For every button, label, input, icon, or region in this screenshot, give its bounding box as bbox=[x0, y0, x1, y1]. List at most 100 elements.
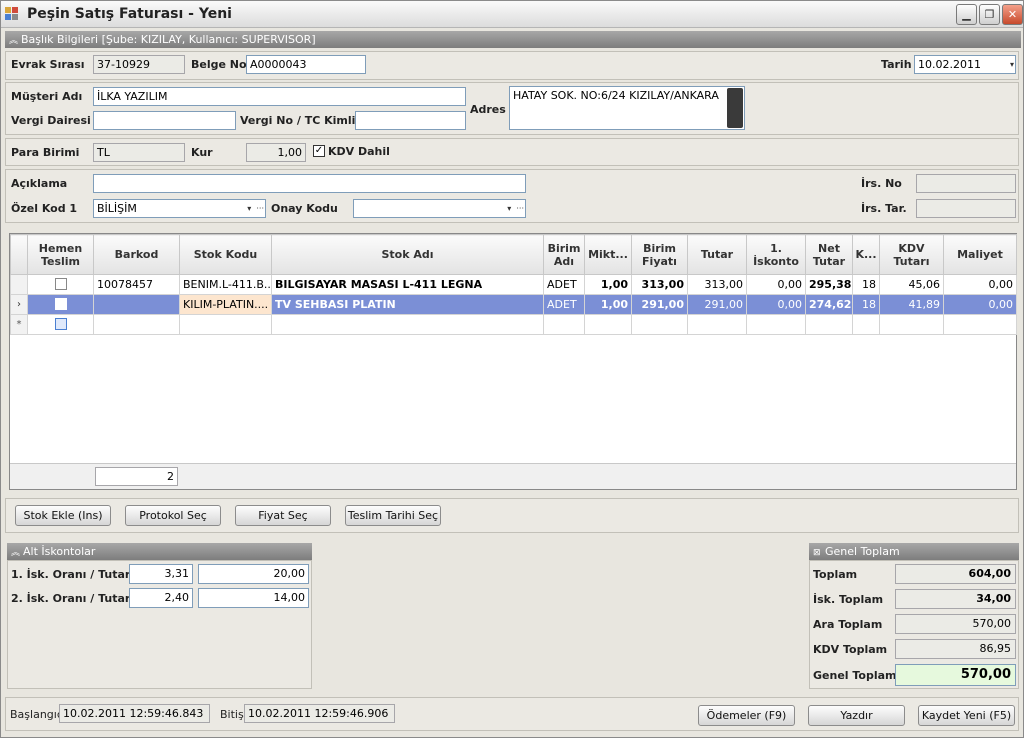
stok-adi-cell[interactable]: TV SEHBASI PLATIN bbox=[271, 294, 544, 315]
fiyat-sec-button[interactable]: Fiyat Seç bbox=[235, 505, 331, 526]
adres-scrollbar[interactable] bbox=[727, 88, 743, 128]
empty-cell[interactable] bbox=[879, 314, 944, 335]
vergi-no-field[interactable] bbox=[355, 111, 466, 130]
hemen-teslim-cell[interactable] bbox=[27, 294, 94, 315]
belge-no-field[interactable]: A0000043 bbox=[246, 55, 366, 74]
tutar-cell[interactable]: 291,00 bbox=[687, 294, 747, 315]
birim-cell[interactable]: ADET bbox=[543, 294, 585, 315]
kdv-tutari-cell[interactable]: 41,89 bbox=[879, 294, 944, 315]
kdv-orani-cell[interactable]: 18 bbox=[852, 274, 880, 295]
col-hemen-teslim[interactable]: Hemen Teslim bbox=[27, 234, 94, 275]
empty-cell[interactable] bbox=[943, 314, 1017, 335]
miktar-cell[interactable]: 1,00 bbox=[584, 274, 632, 295]
new-row-indicator[interactable]: * bbox=[10, 314, 28, 335]
isk2-tutar-field[interactable]: 14,00 bbox=[198, 588, 309, 608]
empty-cell[interactable] bbox=[584, 314, 632, 335]
maliyet-cell[interactable]: 0,00 bbox=[943, 274, 1017, 295]
col-stok-adi[interactable]: Stok Adı bbox=[271, 234, 544, 275]
isk1-oran-field[interactable]: 3,31 bbox=[129, 564, 193, 584]
iskonto-cell[interactable]: 0,00 bbox=[746, 294, 806, 315]
musteri-adi-field[interactable]: İLKA YAZILIM bbox=[93, 87, 466, 106]
kdv-orani-cell[interactable]: 18 bbox=[852, 294, 880, 315]
hemen-teslim-cell[interactable] bbox=[27, 314, 94, 335]
col-kdv-orani[interactable]: K... bbox=[852, 234, 880, 275]
hemen-teslim-cell[interactable] bbox=[27, 274, 94, 295]
ozel-kod-combo[interactable]: BİLİŞİM ▾ ··· bbox=[93, 199, 266, 218]
col-kdv-tutari[interactable]: KDV Tutarı bbox=[879, 234, 944, 275]
hemen-teslim-checkbox[interactable] bbox=[54, 318, 67, 330]
restore-button[interactable]: ❐ bbox=[979, 4, 1000, 25]
genel-toplam-header[interactable]: ⊠ Genel Toplam bbox=[809, 543, 1019, 560]
col-birim-fiyati[interactable]: Birim Fiyatı bbox=[631, 234, 688, 275]
kdv-dahil-checkbox[interactable]: ✓ bbox=[313, 145, 325, 157]
close-button[interactable]: ✕ bbox=[1002, 4, 1023, 25]
kdv-tutari-cell[interactable]: 45,06 bbox=[879, 274, 944, 295]
header-section-bar[interactable]: ︽ Başlık Bilgileri [Şube: KIZILAY, Kullan… bbox=[5, 31, 1021, 48]
dropdown-ellipsis-icon[interactable]: ▾ ··· bbox=[236, 201, 264, 216]
table-row[interactable]: 10078457 BENIM.L-411.B... BILGISAYAR MAS… bbox=[10, 274, 1017, 295]
para-birimi-field[interactable]: TL bbox=[93, 143, 185, 162]
teslim-tarihi-sec-button[interactable]: Teslim Tarihi Seç bbox=[345, 505, 441, 526]
row-indicator[interactable] bbox=[10, 274, 28, 295]
adres-textarea[interactable]: HATAY SOK. NO:6/24 KIZILAY/ANKARA bbox=[509, 86, 745, 130]
col-maliyet[interactable]: Maliyet bbox=[943, 234, 1017, 275]
empty-cell[interactable] bbox=[179, 314, 272, 335]
kaydet-yeni-button[interactable]: Kaydet Yeni (F5) bbox=[918, 705, 1015, 726]
col-iskonto[interactable]: 1. İskonto bbox=[746, 234, 806, 275]
barkod-cell[interactable] bbox=[93, 294, 180, 315]
maliyet-cell[interactable]: 0,00 bbox=[943, 294, 1017, 315]
onay-kodu-combo[interactable]: ▾ ··· bbox=[353, 199, 526, 218]
birim-fiyat-cell[interactable]: 291,00 bbox=[631, 294, 688, 315]
vergi-dairesi-field[interactable] bbox=[93, 111, 236, 130]
hemen-teslim-checkbox[interactable] bbox=[54, 298, 67, 310]
odemeler-button[interactable]: Ödemeler (F9) bbox=[698, 705, 795, 726]
isk1-tutar-field[interactable]: 20,00 bbox=[198, 564, 309, 584]
stock-grid[interactable]: Hemen Teslim Barkod Stok Kodu Stok Adı B… bbox=[9, 233, 1017, 490]
evrak-sirasi-field[interactable]: 37-10929 bbox=[93, 55, 185, 74]
col-tutar[interactable]: Tutar bbox=[687, 234, 747, 275]
isk2-oran-field[interactable]: 2,40 bbox=[129, 588, 193, 608]
col-stok-kodu[interactable]: Stok Kodu bbox=[179, 234, 272, 275]
col-net-tutar[interactable]: Net Tutar bbox=[805, 234, 853, 275]
col-birim-adi[interactable]: Birim Adı bbox=[543, 234, 585, 275]
kur-label: Kur bbox=[191, 146, 213, 159]
tutar-cell[interactable]: 313,00 bbox=[687, 274, 747, 295]
irs-no-field[interactable] bbox=[916, 174, 1016, 193]
minimize-button[interactable]: ▁ bbox=[956, 4, 977, 25]
net-tutar-cell[interactable]: 274,62 bbox=[805, 294, 853, 315]
empty-cell[interactable] bbox=[805, 314, 853, 335]
net-tutar-cell[interactable]: 295,38 bbox=[805, 274, 853, 295]
protokol-sec-button[interactable]: Protokol Seç bbox=[125, 505, 221, 526]
stok-ekle-button[interactable]: Stok Ekle (Ins) bbox=[15, 505, 111, 526]
birim-cell[interactable]: ADET bbox=[543, 274, 585, 295]
empty-cell[interactable] bbox=[93, 314, 180, 335]
yazdir-button[interactable]: Yazdır bbox=[808, 705, 905, 726]
kur-field[interactable]: 1,00 bbox=[246, 143, 306, 162]
irs-tar-field[interactable] bbox=[916, 199, 1016, 218]
row-indicator[interactable]: › bbox=[10, 294, 28, 315]
aciklama-field[interactable] bbox=[93, 174, 526, 193]
iskonto-cell[interactable]: 0,00 bbox=[746, 274, 806, 295]
stok-kodu-cell[interactable]: KILIM-PLATIN.... bbox=[179, 294, 272, 315]
stok-kodu-cell[interactable]: BENIM.L-411.B... bbox=[179, 274, 272, 295]
title-bar[interactable]: Peşin Satış Faturası - Yeni ▁ ❐ ✕ bbox=[1, 1, 1023, 28]
empty-cell[interactable] bbox=[543, 314, 585, 335]
col-miktar[interactable]: Mikt... bbox=[584, 234, 632, 275]
tarih-date-picker[interactable]: 10.02.2011 ▾ bbox=[914, 55, 1016, 74]
birim-fiyat-cell[interactable]: 313,00 bbox=[631, 274, 688, 295]
miktar-cell[interactable]: 1,00 bbox=[584, 294, 632, 315]
stok-adi-cell[interactable]: BILGISAYAR MASASI L-411 LEGNA bbox=[271, 274, 544, 295]
col-barkod[interactable]: Barkod bbox=[93, 234, 180, 275]
table-row-selected[interactable]: › KILIM-PLATIN.... TV SEHBASI PLATIN ADE… bbox=[10, 294, 1017, 315]
empty-cell[interactable] bbox=[852, 314, 880, 335]
empty-cell[interactable] bbox=[631, 314, 688, 335]
alt-iskontolar-header[interactable]: ︽ Alt İskontolar bbox=[7, 543, 312, 560]
new-row[interactable]: * bbox=[10, 314, 1017, 335]
barkod-cell[interactable]: 10078457 bbox=[93, 274, 180, 295]
empty-cell[interactable] bbox=[271, 314, 544, 335]
hemen-teslim-checkbox[interactable] bbox=[54, 278, 67, 290]
empty-cell[interactable] bbox=[687, 314, 747, 335]
chevron-down-icon[interactable]: ▾ bbox=[1000, 57, 1014, 72]
dropdown-ellipsis-icon[interactable]: ▾ ··· bbox=[496, 201, 524, 216]
empty-cell[interactable] bbox=[746, 314, 806, 335]
